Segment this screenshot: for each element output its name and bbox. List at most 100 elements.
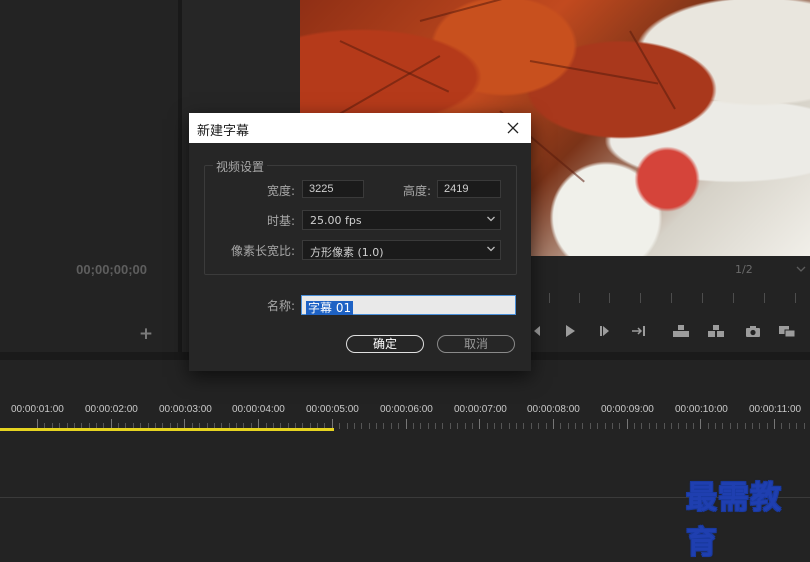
timeline-label: 00:00:05:00 bbox=[306, 404, 359, 415]
timeline-label: 00:00:06:00 bbox=[380, 404, 433, 415]
timeline-tick bbox=[479, 419, 481, 429]
timeline-tick bbox=[361, 423, 363, 429]
timeline-label: 00:00:01:00 bbox=[11, 404, 64, 415]
timeline-tick bbox=[685, 423, 687, 429]
pixel-aspect-value: 方形像素 (1.0) bbox=[310, 246, 384, 259]
timeline-label: 00:00:03:00 bbox=[159, 404, 212, 415]
timeline-tick bbox=[737, 423, 739, 429]
export-frame-icon[interactable] bbox=[778, 324, 796, 342]
timeline-tick bbox=[376, 423, 377, 429]
timeline-tick bbox=[656, 423, 658, 429]
timeline-tick bbox=[774, 419, 775, 429]
timeline-tick bbox=[619, 423, 621, 429]
timeline-tick bbox=[442, 423, 444, 429]
timeline-tick bbox=[346, 423, 348, 429]
timeline-tick bbox=[405, 419, 407, 429]
timeline-tick bbox=[339, 423, 341, 429]
timeline-ruler-labels[interactable]: 00:00:01:00 00:00:02:00 00:00:03:00 00:0… bbox=[0, 404, 810, 418]
timeline-tick bbox=[766, 423, 768, 429]
timeline-label: 00:00:10:00 bbox=[675, 404, 728, 415]
timeline-tick bbox=[611, 423, 613, 429]
dialog-titlebar[interactable]: 新建字幕 bbox=[189, 113, 531, 143]
timeline-tick bbox=[589, 423, 591, 429]
timeline-label: 00:00:08:00 bbox=[527, 404, 580, 415]
page-select[interactable]: 1/2 bbox=[728, 260, 810, 278]
timeline-tick bbox=[412, 423, 414, 429]
timeline-tick bbox=[700, 419, 702, 429]
timeline-label: 00:00:04:00 bbox=[232, 404, 285, 415]
extract-icon[interactable] bbox=[707, 324, 725, 342]
step-forward-icon[interactable] bbox=[596, 324, 614, 342]
watermark-logo: 最需教育 bbox=[686, 480, 782, 561]
timebase-label: 时基: bbox=[266, 214, 295, 228]
timeline-tick bbox=[597, 423, 599, 429]
timeline-tick bbox=[538, 423, 540, 429]
timeline-tick bbox=[641, 423, 643, 429]
timeline-tick bbox=[634, 423, 635, 429]
add-icon[interactable]: + bbox=[138, 326, 154, 343]
chevron-down-icon bbox=[486, 242, 496, 259]
cancel-button[interactable]: 取消 bbox=[437, 335, 515, 353]
timeline-tick bbox=[796, 423, 798, 429]
timeline-label: 00:00:09:00 bbox=[601, 404, 654, 415]
timebase-value: 25.00 fps bbox=[310, 214, 362, 227]
timeline-tick bbox=[398, 423, 400, 429]
timeline-tick bbox=[567, 423, 569, 429]
timeline-tick bbox=[471, 423, 473, 429]
timeline-tick bbox=[552, 419, 554, 429]
timeline-tick bbox=[530, 423, 532, 429]
close-icon[interactable] bbox=[504, 119, 522, 137]
timeline-tick bbox=[508, 423, 510, 429]
width-label: 宽度: bbox=[266, 184, 295, 198]
timeline-tick bbox=[383, 423, 385, 429]
timeline-tick bbox=[604, 423, 606, 429]
timeline-tick bbox=[420, 423, 422, 429]
timeline-tick bbox=[353, 423, 355, 429]
lift-icon[interactable] bbox=[672, 324, 690, 342]
timeline-tick bbox=[390, 423, 392, 429]
timeline-tick bbox=[545, 423, 547, 429]
chevron-down-icon bbox=[486, 212, 496, 229]
timeline-tick bbox=[582, 423, 584, 429]
timeline-tick bbox=[457, 423, 459, 429]
timeline-tick bbox=[670, 423, 672, 429]
timeline-tick bbox=[575, 423, 576, 429]
ok-button[interactable]: 确定 bbox=[346, 335, 424, 353]
camera-icon[interactable] bbox=[744, 324, 762, 342]
timeline-tick bbox=[449, 423, 451, 429]
name-label: 名称: bbox=[266, 299, 295, 313]
timeline-tick bbox=[759, 423, 761, 429]
height-field[interactable]: 2419 bbox=[437, 180, 501, 198]
pixel-aspect-label: 像素长宽比: bbox=[230, 244, 295, 258]
height-label: 高度: bbox=[402, 184, 431, 198]
timeline-tick bbox=[692, 423, 694, 429]
width-field[interactable]: 3225 bbox=[302, 180, 364, 198]
timeline-tick bbox=[435, 423, 436, 429]
timebase-select[interactable]: 25.00 fps bbox=[302, 210, 501, 230]
timeline-tick bbox=[626, 419, 628, 429]
timeline-tick bbox=[560, 423, 562, 429]
dialog-title: 新建字幕 bbox=[197, 124, 250, 139]
timeline-tick bbox=[486, 423, 488, 429]
timeline-tick bbox=[464, 423, 466, 429]
timeline-tick bbox=[523, 423, 525, 429]
monitor-ruler[interactable] bbox=[530, 288, 810, 304]
go-to-out-icon[interactable] bbox=[630, 324, 648, 342]
timeline-tick bbox=[751, 423, 753, 429]
name-input[interactable]: 字幕 01 bbox=[301, 295, 516, 315]
pixel-aspect-select[interactable]: 方形像素 (1.0) bbox=[302, 240, 501, 260]
name-input-value: 字幕 01 bbox=[306, 301, 354, 315]
timeline-tick bbox=[678, 423, 680, 429]
play-icon[interactable] bbox=[561, 324, 579, 342]
timecode-display[interactable]: 00;00;00;00 bbox=[0, 262, 178, 277]
timeline-label: 00:00:02:00 bbox=[85, 404, 138, 415]
timeline-tick bbox=[707, 423, 709, 429]
work-area-bar[interactable] bbox=[0, 428, 334, 431]
timeline-tick bbox=[722, 423, 724, 429]
timeline-label: 00:00:11:00 bbox=[749, 404, 802, 415]
timeline-tick bbox=[516, 423, 517, 429]
timeline-tick bbox=[648, 423, 650, 429]
timeline-tick bbox=[663, 423, 665, 429]
timeline-label: 00:00:07:00 bbox=[454, 404, 507, 415]
timeline-tick bbox=[729, 423, 731, 429]
